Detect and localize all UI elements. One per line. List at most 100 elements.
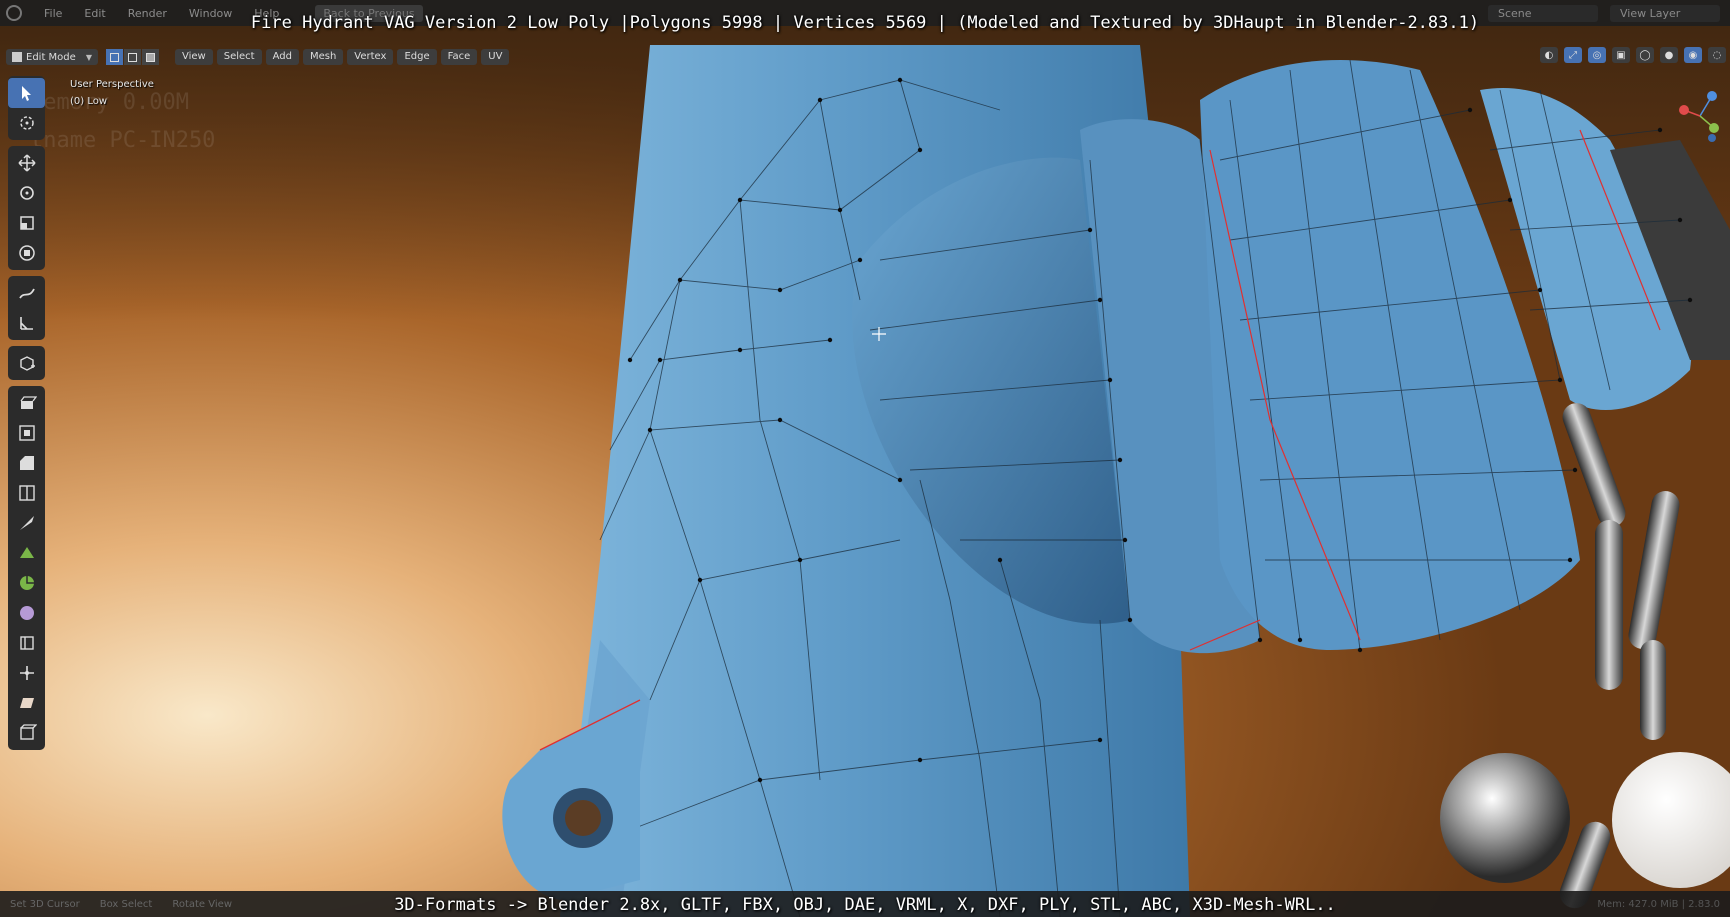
status-right-stats: Mem: 427.0 MiB | 2.83.0: [1597, 899, 1730, 910]
navigation-gizmo[interactable]: [1674, 88, 1722, 148]
bevel-icon: [19, 456, 34, 470]
tool-group-mesh: [8, 386, 45, 750]
status-rotate-view: Rotate View: [172, 898, 232, 910]
viewport-header: Edit Mode ▼ View Select Add Mesh Vertex …: [6, 47, 510, 67]
chevron-down-icon: ▼: [85, 52, 92, 62]
add-cube-tool[interactable]: [8, 348, 45, 378]
x-axis-icon[interactable]: [1679, 105, 1689, 115]
blender-logo-icon[interactable]: [6, 5, 22, 21]
inset-icon: [18, 425, 35, 441]
extrude-tool[interactable]: [8, 388, 45, 418]
menu-view[interactable]: View: [175, 49, 213, 65]
status-set-3d-cursor: Set 3D Cursor: [10, 898, 80, 910]
menu-mesh[interactable]: Mesh: [302, 49, 344, 65]
add-cube-icon: [19, 356, 35, 371]
status-box-select: Box Select: [99, 898, 153, 910]
menu-face[interactable]: Face: [440, 49, 478, 65]
top-right-group: Scene View Layer: [1488, 4, 1730, 22]
loop-cut-tool[interactable]: [8, 478, 45, 508]
measure-tool[interactable]: [8, 308, 45, 338]
scene-selector[interactable]: Scene: [1488, 4, 1598, 22]
view-perspective-label: User Perspective: [70, 79, 154, 90]
smooth-icon: [19, 606, 34, 620]
extrude-icon: [19, 396, 37, 409]
menu-uv[interactable]: UV: [481, 49, 510, 65]
menu-edit[interactable]: Edit: [78, 5, 111, 22]
inset-tool[interactable]: [8, 418, 45, 448]
edge-slide-tool[interactable]: [8, 628, 45, 658]
shear-icon: [19, 698, 34, 708]
y-axis-icon[interactable]: [1709, 123, 1719, 133]
edge-select-icon: [128, 52, 137, 62]
menu-edge[interactable]: Edge: [397, 49, 437, 65]
select-mode-group: [106, 49, 159, 65]
solid-shading-icon[interactable]: ●: [1660, 47, 1678, 63]
menu-vertex[interactable]: Vertex: [347, 49, 394, 65]
3d-cursor-icon: [872, 327, 886, 341]
menu-window[interactable]: Window: [183, 5, 238, 22]
poly-build-tool[interactable]: [8, 538, 45, 568]
edge-slide-icon: [19, 636, 34, 650]
face-select-button[interactable]: [142, 49, 159, 65]
edit-mode-icon: [12, 52, 22, 62]
menu-add[interactable]: Add: [265, 49, 299, 65]
visibility-icon[interactable]: ◐: [1540, 47, 1558, 63]
viewport-info: User Perspective (0) Low: [70, 76, 154, 110]
transform-icon: [18, 245, 35, 261]
menu-help[interactable]: Help: [248, 5, 285, 22]
rip-icon: [19, 724, 37, 740]
wireframe-shading-icon[interactable]: ◯: [1636, 47, 1654, 63]
cursor-icon: [19, 116, 34, 130]
top-menu-bar: File Edit Render Window Help Back to Pre…: [0, 0, 1730, 26]
poly-build-icon: [19, 547, 34, 558]
tool-group-annotate: [8, 276, 45, 340]
menu-file[interactable]: File: [38, 5, 68, 22]
rotate-tool[interactable]: [8, 178, 45, 208]
menu-render[interactable]: Render: [122, 5, 173, 22]
select-box-icon: [21, 86, 31, 101]
status-bar: Set 3D Cursor Box Select Rotate View Mem…: [0, 891, 1730, 917]
back-to-previous-button[interactable]: Back to Previous: [315, 4, 423, 22]
status-memory: Mem: 427.0 MiB | 2.83.0: [1597, 898, 1720, 910]
shrink-fatten-tool[interactable]: [8, 658, 45, 688]
tool-group-select: [8, 76, 45, 140]
rendered-shading-icon[interactable]: ◌: [1708, 47, 1726, 63]
move-icon: [17, 154, 36, 172]
rotate-icon: [19, 186, 34, 200]
viewport-header-right: ◐ ⤢ ◎ ▣ ◯ ● ◉ ◌: [1540, 47, 1726, 63]
scale-icon: [19, 216, 34, 230]
spin-tool[interactable]: [8, 568, 45, 598]
face-select-icon: [146, 52, 155, 62]
3d-viewport[interactable]: [0, 0, 1730, 917]
annotate-icon: [18, 288, 35, 299]
tool-group-transform: [8, 146, 45, 270]
mode-label: Edit Mode: [26, 51, 76, 63]
material-shading-icon[interactable]: ◉: [1684, 47, 1702, 63]
overlay-toggle-icon[interactable]: ◎: [1588, 47, 1606, 63]
tool-shelf: [8, 76, 45, 756]
measure-icon: [19, 317, 33, 330]
gizmo-toggle-icon[interactable]: ⤢: [1564, 47, 1582, 63]
loop-cut-icon: [18, 485, 35, 501]
edge-select-button[interactable]: [124, 49, 141, 65]
shear-tool[interactable]: [8, 688, 45, 718]
tool-group-add: [8, 346, 45, 380]
rip-tool[interactable]: [8, 718, 45, 748]
move-tool[interactable]: [8, 148, 45, 178]
bevel-tool[interactable]: [8, 448, 45, 478]
vertex-select-icon: [110, 52, 119, 62]
active-object-label: (0) Low: [70, 96, 108, 107]
menu-select[interactable]: Select: [216, 49, 262, 65]
view-layer-selector[interactable]: View Layer: [1610, 4, 1720, 22]
cursor-tool[interactable]: [8, 108, 45, 138]
knife-tool[interactable]: [8, 508, 45, 538]
xray-toggle-icon[interactable]: ▣: [1612, 47, 1630, 63]
mode-selector[interactable]: Edit Mode ▼: [6, 49, 98, 65]
select-box-tool[interactable]: [8, 78, 45, 108]
smooth-tool[interactable]: [8, 598, 45, 628]
scale-tool[interactable]: [8, 208, 45, 238]
transform-tool[interactable]: [8, 238, 45, 268]
annotate-tool[interactable]: [8, 278, 45, 308]
z-axis-icon[interactable]: [1707, 91, 1717, 101]
vertex-select-button[interactable]: [106, 49, 123, 65]
